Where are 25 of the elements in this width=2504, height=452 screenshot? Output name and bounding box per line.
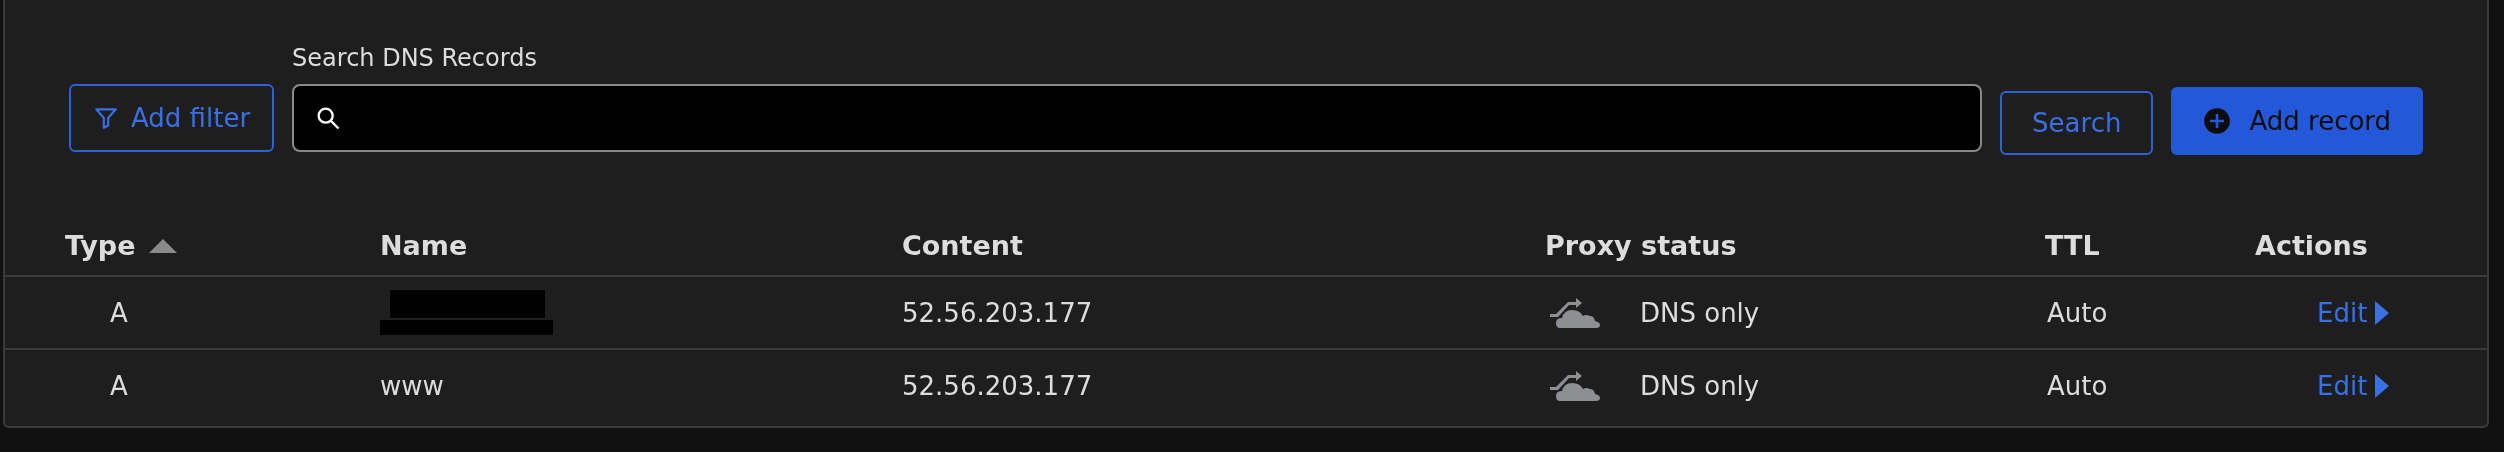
search-button[interactable]: Search [2000,91,2154,155]
column-header[interactable]: Proxy status [1545,230,1737,261]
search-label: Search DNS Records [292,44,538,72]
plus-circle-icon [2203,107,2232,135]
table-cell: 52.56.203.177 [902,370,1093,401]
table-cell: A [110,370,128,401]
column-header[interactable]: TTL [2045,230,2100,261]
edit-link[interactable]: Edit [2317,297,2390,328]
column-header[interactable]: Content [902,230,1023,261]
column-header[interactable]: Name [380,230,468,261]
caret-icon [2375,373,2390,398]
table-cell: A [110,297,128,328]
column-header[interactable]: Actions [2255,230,2368,261]
add-filter-button[interactable]: Add filter [69,84,275,152]
proxy-status: DNS only [1640,370,1760,401]
table-cell: Auto [2047,297,2108,328]
edit-link[interactable]: Edit [2317,370,2390,401]
filter-icon [93,105,119,131]
table-cell: Auto [2047,370,2108,401]
search-field[interactable] [292,84,1983,152]
table-cell: 52.56.203.177 [902,297,1093,328]
proxy-status: DNS only [1640,297,1760,328]
table-cell: www [380,370,444,401]
caret-icon [2375,300,2390,325]
column-header[interactable]: Type [65,230,136,261]
